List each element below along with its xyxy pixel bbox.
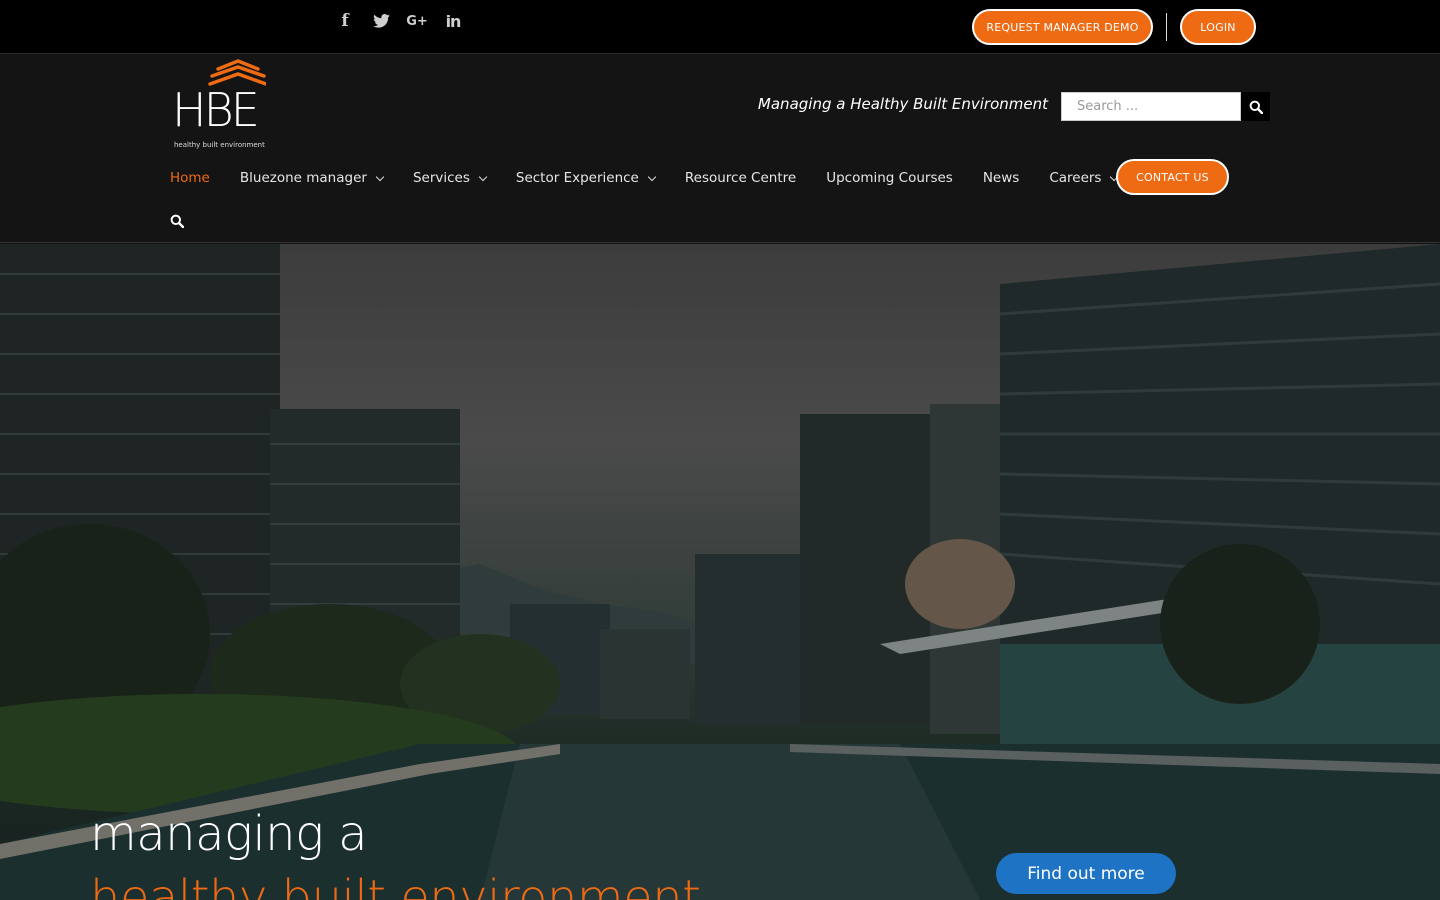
nav-item-upcoming-courses[interactable]: Upcoming Courses [826,170,953,186]
nav-item-home[interactable]: Home [170,170,210,186]
nav-item-news[interactable]: News [983,170,1019,186]
social-links: f G+ in [336,10,462,32]
chevron-down-icon [375,172,385,182]
search-button[interactable] [1241,92,1270,121]
search-icon [170,214,185,229]
nav-item-sector-experience[interactable]: Sector Experience [516,170,657,186]
site-tagline: Managing a Healthy Built Environment [757,95,1048,113]
login-button[interactable]: LOGIN [1180,9,1256,45]
chevron-down-icon [478,172,488,182]
linkedin-icon[interactable]: in [444,10,462,32]
google-plus-icon[interactable]: G+ [406,10,428,32]
divider [1166,13,1167,41]
nav-search-toggle[interactable] [170,213,185,232]
nav-item-bluezone-manager[interactable]: Bluezone manager [240,170,385,186]
search-input[interactable]: Search ... [1061,92,1241,121]
logo-tagline: healthy built environment [174,141,265,149]
find-out-more-button[interactable]: Find out more [996,853,1176,894]
main-nav: Home Bluezone manager Services Sector Ex… [170,166,1147,190]
hero-background-image [0,244,1440,900]
request-demo-button[interactable]: REQUEST MANAGER DEMO [972,9,1153,45]
facebook-icon[interactable]: f [336,10,354,32]
hbe-logo[interactable]: HBE healthy built environment [172,59,272,151]
chevron-down-icon [647,172,657,182]
logo-wordmark: HBE [172,83,260,137]
nav-item-services[interactable]: Services [413,170,488,186]
hero-title-line2: healthy built environment [90,870,701,900]
contact-us-button[interactable]: CONTACT US [1116,159,1229,195]
search-icon [1249,100,1263,114]
nav-item-resource-centre[interactable]: Resource Centre [685,170,796,186]
top-bar: f G+ in REQUEST MANAGER DEMO LOGIN [0,0,1440,54]
twitter-icon[interactable] [372,10,390,32]
hero-title-line1: managing a [90,806,368,862]
hero-banner: managing a healthy built environment Fin… [0,244,1440,900]
site-header: HBE healthy built environment Managing a… [0,55,1440,243]
nav-item-careers[interactable]: Careers [1049,170,1119,186]
